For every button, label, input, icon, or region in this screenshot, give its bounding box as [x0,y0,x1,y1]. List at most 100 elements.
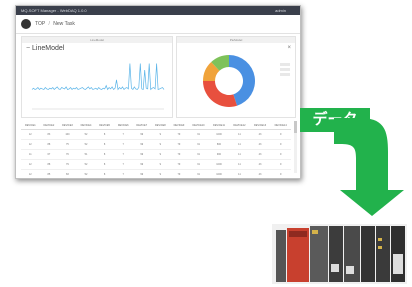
table-cell: 52 [76,159,96,170]
table-cell: 11 [21,149,40,160]
table-cell: 83 [39,129,59,140]
table-row[interactable]: 12 88 79 52 8 7 99 9 79 31 1000 11 43 9 [21,159,291,170]
table-cell: 99 [132,129,152,140]
table-cell: 7 [113,149,133,160]
legend-item[interactable] [280,68,290,71]
table-cell: 76 [58,149,77,160]
table-cell: 100 [58,129,77,140]
table-cell: 900 [208,149,230,160]
table-cell: 79 [58,159,77,170]
column-header[interactable]: DEVICE2 [39,121,59,130]
column-header[interactable]: DEVICE9 [169,121,189,130]
table-cell: 9 [151,169,170,178]
legend-item[interactable] [280,73,290,76]
table-cell: 51 [76,149,96,160]
line-series [31,63,165,91]
breadcrumb-current: New Task [53,21,75,27]
column-header[interactable]: DEVICE12 [229,121,250,130]
table-cell: 88 [39,159,59,170]
column-header[interactable]: DEVICE5 [95,121,114,130]
table-cell: 1000 [208,159,230,170]
line-chart-panel: LineModel − LineModel [21,36,173,118]
legend-item[interactable] [280,63,290,66]
table-cell: 9 [270,139,291,150]
table-cell: 43 [249,149,271,160]
table-cell: 7 [113,159,133,170]
breadcrumb: TOP / New Task [16,15,300,34]
scrollbar-thumb[interactable] [294,121,297,133]
column-header[interactable]: DEVICE10 [188,121,209,130]
table-row[interactable]: 12 88 75 52 8 7 99 9 79 31 800 11 43 9 [21,139,291,150]
table-cell: 31 [188,159,209,170]
table-cell: 11 [229,149,250,160]
table-cell: 11 [229,139,250,150]
table-cell: 52 [76,169,96,178]
table-cell: 79 [169,149,189,160]
down-arrow-icon [334,118,404,216]
table-cell: 9 [270,149,291,160]
user-menu[interactable]: admin [275,6,286,15]
table-cell: 7 [113,139,133,150]
window-title: MQ-SOFT Manager - WebDAQ 1.0.0 [21,8,87,13]
table-cell: 31 [188,169,209,178]
table-row[interactable]: 11 67 76 51 8 7 99 9 79 31 900 11 43 9 [21,149,291,160]
table-cell: 12 [21,159,40,170]
table-cell: 99 [132,149,152,160]
pie-chart-panel: PieModel × [176,36,296,118]
table-cell: 43 [249,139,271,150]
table-cell: 31 [188,149,209,160]
table-cell: 99 [132,159,152,170]
column-header[interactable]: DEVICE14 [270,121,291,130]
table-cell: 79 [169,169,189,178]
table-cell: 8 [95,149,114,160]
table-cell: 9 [270,169,291,178]
table-cell: 12 [21,139,40,150]
table-scrollbar[interactable] [294,121,297,173]
column-header[interactable]: DEVICE6 [113,121,133,130]
table-cell: 67 [39,149,59,160]
breadcrumb-separator: / [48,21,50,27]
table-cell: 9 [151,149,170,160]
table-cell: 31 [188,129,209,140]
table-cell: 8 [95,129,114,140]
column-header[interactable]: DEVICE8 [151,121,170,130]
table-cell: 1000 [208,129,230,140]
table-cell: 99 [132,139,152,150]
table-cell: 12 [21,169,40,178]
breadcrumb-root[interactable]: TOP [35,21,45,27]
table-cell: 8 [95,159,114,170]
column-header[interactable]: DEVICE11 [208,121,230,130]
data-table: DEVICE1 DEVICE2 DEVICE3 DEVICE4 DEVICE5 DEVIC… [21,121,291,178]
table-cell: 79 [169,129,189,140]
table-cell: 9 [270,129,291,140]
table-cell: 83 [58,169,77,178]
table-cell: 11 [229,129,250,140]
table-cell: 31 [188,139,209,150]
line-chart [31,63,165,110]
column-header[interactable]: DEVICE4 [76,121,96,130]
table-cell: 99 [132,169,152,178]
table-cell: 79 [169,159,189,170]
column-header[interactable]: DEVICE13 [249,121,271,130]
column-header[interactable]: DEVICE3 [58,121,77,130]
pie-slice[interactable] [203,81,238,108]
table-header-row: DEVICE1 DEVICE2 DEVICE3 DEVICE4 DEVICE5 DEVIC… [21,121,291,130]
table-cell: 800 [208,139,230,150]
avatar[interactable] [21,19,31,29]
table-cell: 9 [151,159,170,170]
table-row[interactable]: 12 85 83 52 8 7 99 9 79 31 1000 11 43 9 [21,169,291,178]
table-row[interactable]: 12 83 100 52 8 7 99 9 79 31 1000 11 43 9 [21,129,291,140]
table-cell: 7 [113,169,133,178]
table-cell: 12 [21,129,40,140]
title-bar: MQ-SOFT Manager - WebDAQ 1.0.0 admin [16,6,300,15]
table-cell: 43 [249,129,271,140]
table-cell: 52 [76,129,96,140]
column-header[interactable]: DEVICE1 [21,121,40,130]
table-cell: 1000 [208,169,230,178]
table-cell: 8 [95,139,114,150]
table-cell: 43 [249,159,271,170]
table-cell: 9 [151,139,170,150]
table-cell: 9 [151,129,170,140]
table-cell: 9 [270,159,291,170]
column-header[interactable]: DEVICE7 [132,121,152,130]
